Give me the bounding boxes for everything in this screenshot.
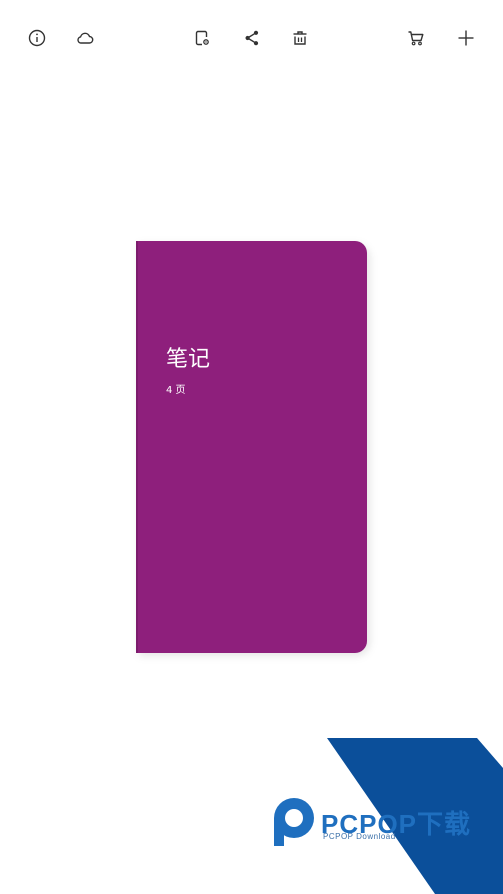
delete-button[interactable] (287, 25, 313, 51)
share-button[interactable] (239, 25, 265, 51)
notebook-spine (136, 241, 138, 653)
plus-icon (458, 30, 474, 46)
cloud-sync-button[interactable] (72, 25, 98, 51)
notebook-page-count: 4 页 (166, 385, 186, 396)
notebook-settings-button[interactable] (189, 25, 215, 51)
info-button[interactable] (24, 25, 50, 51)
cloud-icon (77, 32, 94, 44)
top-toolbar (0, 0, 503, 76)
info-circle-icon (28, 29, 46, 47)
share-icon (245, 30, 259, 46)
notebook-title: 笔记 (166, 347, 211, 372)
notebook-settings-icon (195, 30, 209, 46)
trash-icon (293, 31, 307, 45)
watermark: PCPOP下载 PCPOP Download (265, 738, 503, 894)
pcpop-logo-icon (274, 798, 314, 846)
store-cart-button[interactable] (403, 25, 429, 51)
cart-icon (408, 31, 424, 46)
add-notebook-button[interactable] (453, 25, 479, 51)
watermark-subtext: PCPOP Download (323, 832, 396, 841)
notebook-cover[interactable]: 笔记 4 页 (136, 241, 367, 653)
